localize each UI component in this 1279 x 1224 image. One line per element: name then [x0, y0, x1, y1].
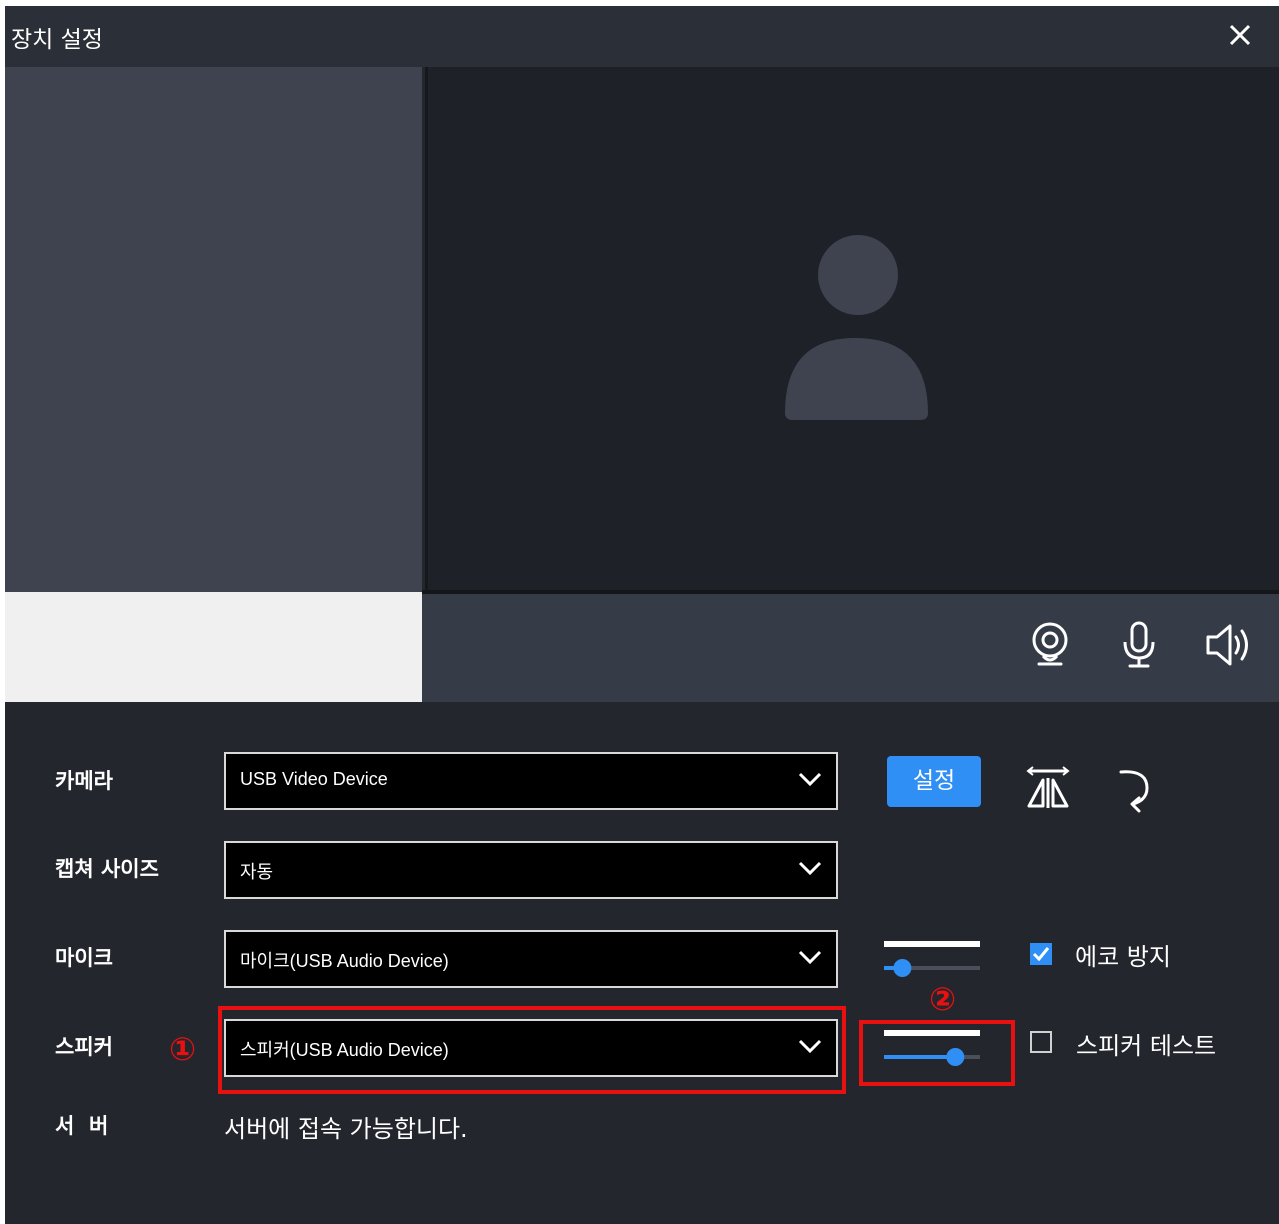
camera-select-value: USB Video Device [240, 769, 388, 789]
chevron-down-icon [798, 772, 822, 787]
server-status-text: 서버에 접속 가능합니다. [224, 1115, 468, 1143]
video-thumbnail-panel [5, 67, 422, 592]
echo-cancel-checkbox[interactable] [1030, 943, 1052, 965]
speaker-label: 스피커 [55, 1035, 113, 1059]
blank-panel [5, 592, 422, 702]
rotate-icon [1119, 770, 1149, 813]
webcam-icon [1032, 622, 1068, 666]
close-button[interactable] [1221, 18, 1261, 54]
speaker-select-highlight [218, 1006, 846, 1094]
camera-preview [425, 67, 1279, 590]
chevron-down-icon [798, 950, 822, 965]
speaker-volume-highlight [859, 1020, 1015, 1086]
webcam-button[interactable] [1027, 620, 1073, 670]
device-settings-dialog: 장치 설정 카메라 USB Video Device 설정 캡쳐 사이즈 자동 … [5, 6, 1279, 1224]
close-icon [1229, 24, 1251, 46]
mic-volume-track [884, 941, 980, 977]
mirror-flip-button[interactable] [1025, 766, 1071, 812]
microphone-button[interactable] [1116, 620, 1162, 670]
title-bar: 장치 설정 [5, 6, 1279, 67]
speaker-test-label: 스피커 테스트 [1076, 1032, 1217, 1060]
mic-select-value: 마이크(USB Audio Device) [240, 951, 449, 971]
microphone-icon [1123, 621, 1155, 668]
chevron-down-icon [798, 861, 822, 876]
capture-size-select[interactable]: 자동 [224, 841, 838, 899]
user-placeholder-icon [785, 235, 928, 420]
echo-cancel-label: 에코 방지 [1075, 943, 1171, 971]
speaker-button[interactable] [1204, 620, 1250, 670]
mic-volume-slider[interactable] [882, 939, 982, 979]
camera-settings-button[interactable]: 설정 [887, 756, 981, 807]
capture-size-label: 캡쳐 사이즈 [55, 857, 159, 881]
device-toolbar [422, 594, 1279, 702]
server-label: 서 버 [55, 1114, 109, 1138]
annotation-marker-1: ① [169, 1030, 197, 1068]
speaker-test-checkbox[interactable] [1030, 1031, 1052, 1053]
checkmark-icon [1032, 947, 1050, 962]
mic-label: 마이크 [55, 946, 113, 970]
mirror-flip-icon [1026, 766, 1070, 808]
dialog-title: 장치 설정 [11, 27, 103, 53]
capture-size-value: 자동 [240, 862, 274, 882]
mic-select[interactable]: 마이크(USB Audio Device) [224, 930, 838, 988]
speaker-icon [1206, 624, 1248, 666]
camera-select[interactable]: USB Video Device [224, 752, 838, 810]
annotation-marker-2: ② [929, 980, 957, 1018]
camera-label: 카메라 [55, 769, 113, 793]
rotate-button[interactable] [1113, 766, 1153, 814]
